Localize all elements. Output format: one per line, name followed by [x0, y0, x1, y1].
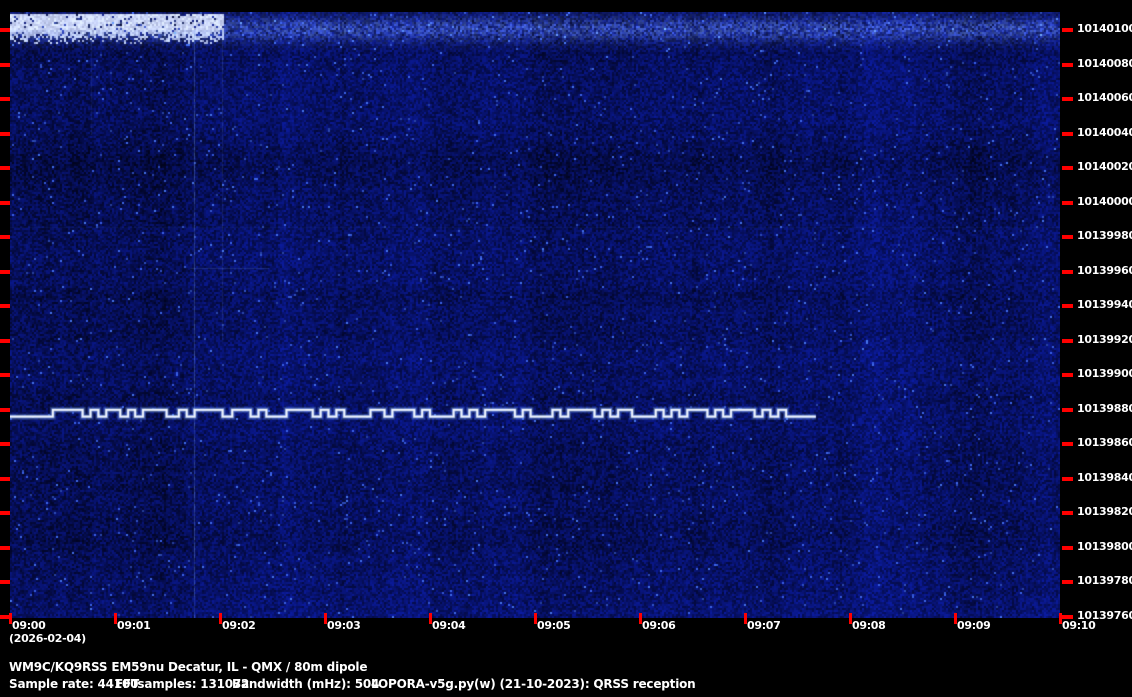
- freq-label: 10139820: [1077, 505, 1132, 519]
- freq-tick-left: [0, 131, 10, 136]
- time-label: 09:08: [852, 619, 886, 632]
- freq-label: 10139980: [1077, 229, 1132, 243]
- freq-tick-left: [0, 407, 10, 412]
- time-label: 09:09: [957, 619, 991, 632]
- freq-label: 10139920: [1077, 332, 1132, 346]
- freq-label: 10140080: [1077, 56, 1132, 70]
- freq-tick-right: [1062, 304, 1073, 309]
- time-label: 09:05: [537, 619, 571, 632]
- freq-label: 10139780: [1077, 574, 1132, 588]
- freq-label: 10140100: [1077, 22, 1132, 35]
- freq-tick-right: [1062, 407, 1073, 412]
- freq-label: 10139960: [1077, 263, 1132, 277]
- freq-tick-left: [0, 235, 10, 240]
- freq-label: 10139900: [1077, 367, 1132, 381]
- spectrogram-canvas: [10, 12, 1060, 618]
- freq-tick-left: [0, 373, 10, 378]
- freq-tick-right: [1062, 373, 1073, 378]
- freq-tick-right: [1062, 580, 1073, 585]
- freq-tick-right: [1062, 166, 1073, 171]
- freq-tick-right: [1062, 131, 1073, 136]
- freq-label: 10139840: [1077, 470, 1132, 484]
- freq-label: 10139880: [1077, 401, 1132, 415]
- freq-tick-right: [1062, 235, 1073, 240]
- bandwidth-label: Bandwidth (mHz): 504: [232, 677, 380, 691]
- station-line: WM9C/KQ9RSS EM59nu Decatur, IL - QMX / 8…: [0, 660, 1132, 676]
- stats-line: Sample rate: 44100 FFTsamples: 131072 Ba…: [0, 677, 1132, 693]
- freq-tick-right: [1062, 545, 1073, 550]
- freq-tick-left: [0, 580, 10, 585]
- freq-tick-right: [1062, 511, 1073, 516]
- freq-tick-right: [1062, 200, 1073, 205]
- freq-tick-left: [0, 97, 10, 102]
- time-label: 09:03: [327, 619, 361, 632]
- freq-label: 10139800: [1077, 539, 1132, 553]
- freq-tick-left: [0, 200, 10, 205]
- time-label: 09:07: [747, 619, 781, 632]
- freq-tick-left: [0, 62, 10, 67]
- time-label: 09:04: [432, 619, 466, 632]
- freq-tick-right: [1062, 62, 1073, 67]
- freq-tick-left: [0, 166, 10, 171]
- freq-label: 10139860: [1077, 436, 1132, 450]
- date-label: (2026-02-04): [9, 632, 86, 645]
- freq-tick-left: [0, 269, 10, 274]
- station-info: WM9C/KQ9RSS EM59nu Decatur, IL - QMX / 8…: [9, 660, 368, 674]
- freq-tick-left: [0, 476, 10, 481]
- qrss-grabber-screen: 10140100 10140080 10140060 10140040 10140020…: [0, 0, 1132, 697]
- time-label: 09:01: [117, 619, 151, 632]
- fft-samples-label: FFTsamples: 131072: [115, 677, 250, 691]
- freq-tick-left: [0, 304, 10, 309]
- freq-tick-right: [1062, 338, 1073, 343]
- freq-label: 10140000: [1077, 194, 1132, 208]
- freq-tick-left: [0, 511, 10, 516]
- time-label: 09:06: [642, 619, 676, 632]
- program-info: LOPORA-v5g.py(w) (21-10-2023): QRSS rece…: [371, 677, 696, 691]
- freq-label: 10140020: [1077, 160, 1132, 174]
- time-label: 09:02: [222, 619, 256, 632]
- freq-tick-right: [1062, 476, 1073, 481]
- freq-tick-left: [0, 545, 10, 550]
- freq-tick-right: [1062, 28, 1073, 32]
- freq-tick-right: [1062, 97, 1073, 102]
- freq-tick-left: [0, 442, 10, 447]
- freq-label: 10140060: [1077, 91, 1132, 105]
- freq-tick-left: [0, 28, 10, 32]
- freq-label: 10140040: [1077, 125, 1132, 139]
- freq-tick-right: [1062, 442, 1073, 447]
- freq-tick-right: [1062, 269, 1073, 274]
- time-label: 09:00: [12, 619, 46, 632]
- time-label: 09:10: [1062, 619, 1096, 632]
- freq-tick-left: [0, 338, 10, 343]
- freq-label: 10139940: [1077, 298, 1132, 312]
